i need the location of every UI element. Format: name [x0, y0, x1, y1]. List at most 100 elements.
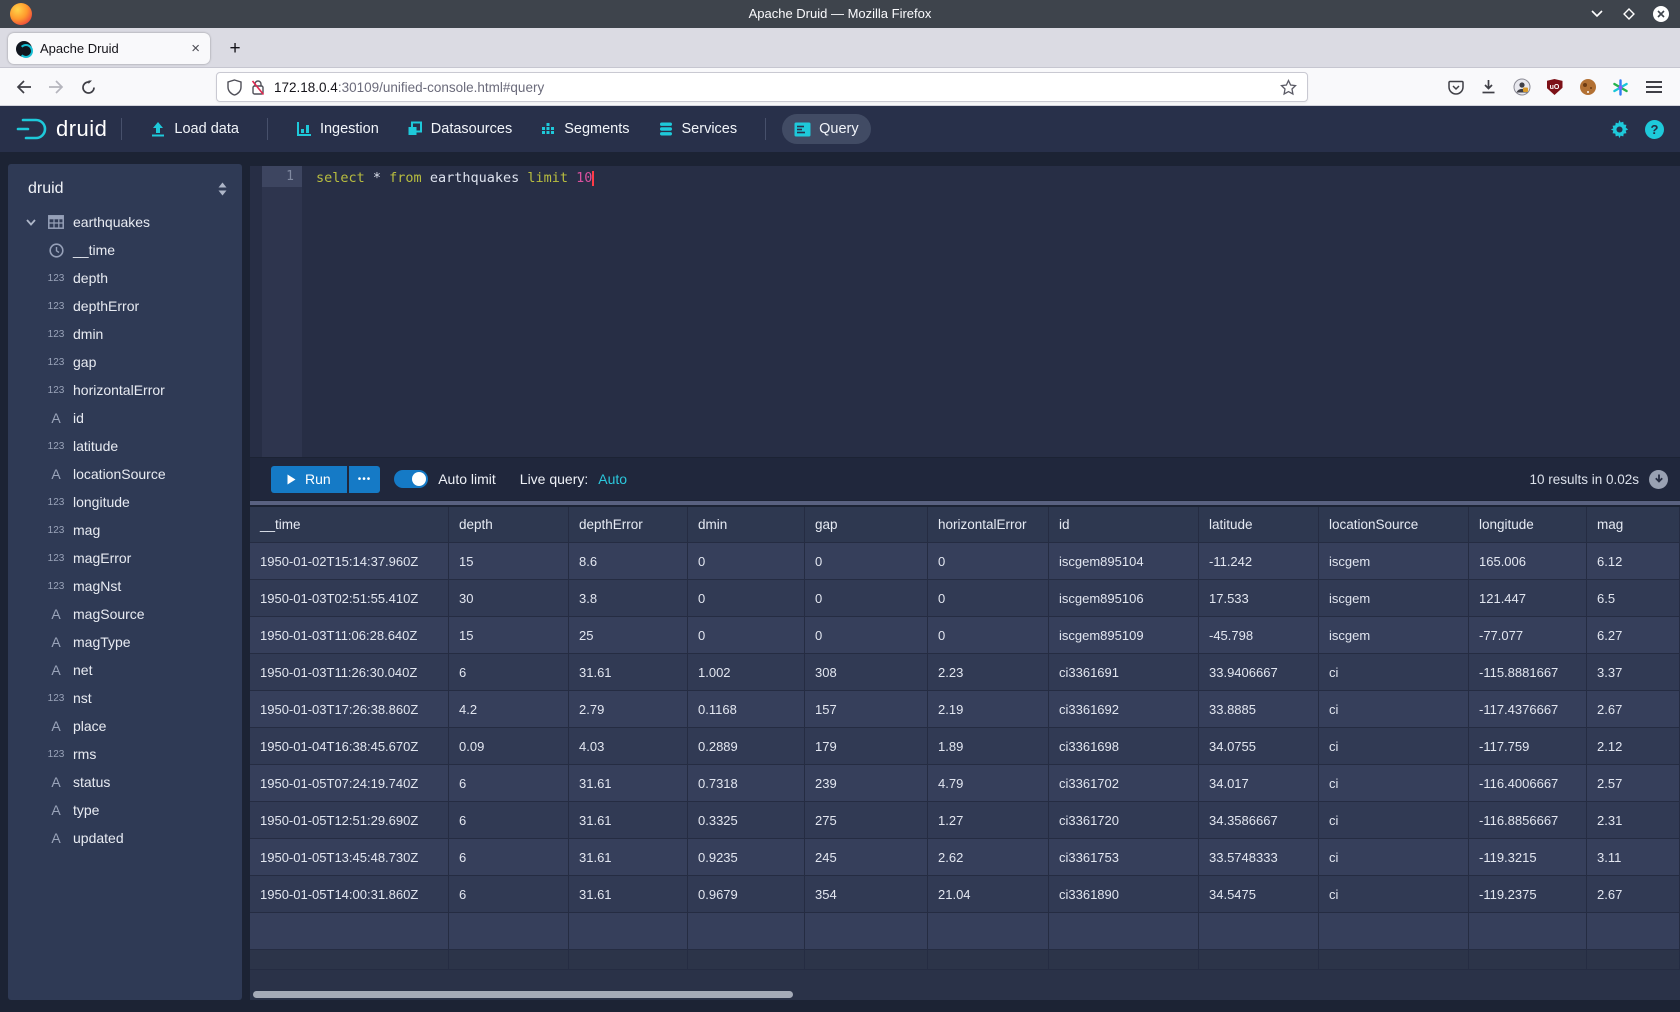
table-cell[interactable]: 1.27: [928, 802, 1049, 839]
column-updated[interactable]: Aupdated: [8, 824, 242, 852]
table-cell[interactable]: 2.12: [1587, 728, 1680, 765]
table-cell[interactable]: ci3361720: [1049, 802, 1199, 839]
column-locationSource[interactable]: AlocationSource: [8, 460, 242, 488]
table-cell[interactable]: 34.5475: [1199, 876, 1319, 913]
table-cell[interactable]: iscgem895104: [1049, 543, 1199, 580]
table-cell[interactable]: 17.533: [1199, 580, 1319, 617]
table-cell[interactable]: -11.242: [1199, 543, 1319, 580]
table-cell[interactable]: 2.62: [928, 839, 1049, 876]
column-header-horizontalError[interactable]: horizontalError: [928, 507, 1049, 543]
table-cell[interactable]: 4.79: [928, 765, 1049, 802]
column-type[interactable]: Atype: [8, 796, 242, 824]
datasource-earthquakes[interactable]: earthquakes: [8, 208, 242, 236]
table-cell[interactable]: ci3361691: [1049, 654, 1199, 691]
schema-selector[interactable]: druid: [28, 180, 64, 198]
column-header-mag[interactable]: mag: [1587, 507, 1680, 543]
table-cell[interactable]: 34.017: [1199, 765, 1319, 802]
table-cell[interactable]: 6.27: [1587, 617, 1680, 654]
nav-load-data[interactable]: Load data: [138, 114, 251, 144]
table-cell[interactable]: 0: [928, 617, 1049, 654]
table-cell[interactable]: 0: [688, 617, 805, 654]
column-status[interactable]: Astatus: [8, 768, 242, 796]
column-horizontalError[interactable]: 123horizontalError: [8, 376, 242, 404]
live-query-value[interactable]: Auto: [598, 471, 627, 487]
table-cell[interactable]: 6: [449, 839, 569, 876]
column-nst[interactable]: 123nst: [8, 684, 242, 712]
table-cell[interactable]: ci: [1319, 728, 1469, 765]
table-cell[interactable]: 31.61: [569, 839, 688, 876]
table-cell[interactable]: 0.9679: [688, 876, 805, 913]
table-cell[interactable]: 3.11: [1587, 839, 1680, 876]
forward-icon[interactable]: [40, 71, 72, 103]
table-cell[interactable]: 1950-01-03T02:51:55.410Z: [250, 580, 449, 617]
table-cell[interactable]: 1.89: [928, 728, 1049, 765]
table-cell[interactable]: ci: [1319, 839, 1469, 876]
table-cell[interactable]: 1950-01-03T17:26:38.860Z: [250, 691, 449, 728]
table-cell[interactable]: 6.12: [1587, 543, 1680, 580]
table-cell[interactable]: 0.1168: [688, 691, 805, 728]
shield-icon[interactable]: [227, 79, 242, 96]
table-cell[interactable]: 2.19: [928, 691, 1049, 728]
table-cell[interactable]: 31.61: [569, 654, 688, 691]
column-time[interactable]: __time: [8, 236, 242, 264]
reload-icon[interactable]: [72, 71, 104, 103]
bookmark-star-icon[interactable]: [1280, 79, 1297, 96]
table-cell[interactable]: -116.8856667: [1469, 802, 1587, 839]
column-header-dmin[interactable]: dmin: [688, 507, 805, 543]
table-cell[interactable]: 6: [449, 765, 569, 802]
table-cell[interactable]: 34.3586667: [1199, 802, 1319, 839]
table-cell[interactable]: 33.5748333: [1199, 839, 1319, 876]
druid-brand[interactable]: druid: [16, 116, 107, 142]
table-cell[interactable]: 21.04: [928, 876, 1049, 913]
download-results-icon[interactable]: [1649, 470, 1668, 489]
table-cell[interactable]: 0: [805, 543, 928, 580]
sort-columns-icon[interactable]: [217, 182, 228, 196]
table-cell[interactable]: -117.4376667: [1469, 691, 1587, 728]
table-cell[interactable]: 2.79: [569, 691, 688, 728]
menu-icon[interactable]: [1637, 71, 1670, 103]
table-cell[interactable]: ci3361753: [1049, 839, 1199, 876]
table-cell[interactable]: 15: [449, 617, 569, 654]
table-cell[interactable]: 1.002: [688, 654, 805, 691]
table-cell[interactable]: 0: [928, 580, 1049, 617]
column-mag[interactable]: 123mag: [8, 516, 242, 544]
table-cell[interactable]: 3.37: [1587, 654, 1680, 691]
table-cell[interactable]: 15: [449, 543, 569, 580]
table-cell[interactable]: ci: [1319, 765, 1469, 802]
url-bar[interactable]: 172.18.0.4:30109/unified-console.html#qu…: [216, 72, 1308, 102]
table-cell[interactable]: 31.61: [569, 876, 688, 913]
column-place[interactable]: Aplace: [8, 712, 242, 740]
back-icon[interactable]: [8, 71, 40, 103]
column-header-latitude[interactable]: latitude: [1199, 507, 1319, 543]
table-cell[interactable]: 179: [805, 728, 928, 765]
table-cell[interactable]: iscgem895109: [1049, 617, 1199, 654]
column-depth[interactable]: 123depth: [8, 264, 242, 292]
lock-insecure-icon[interactable]: [250, 79, 266, 96]
column-header-id[interactable]: id: [1049, 507, 1199, 543]
table-cell[interactable]: 0.2889: [688, 728, 805, 765]
table-cell[interactable]: 6: [449, 802, 569, 839]
table-cell[interactable]: iscgem: [1319, 543, 1469, 580]
new-tab-button[interactable]: +: [222, 36, 248, 62]
run-button[interactable]: Run: [271, 466, 347, 493]
table-cell[interactable]: 2.31: [1587, 802, 1680, 839]
table-cell[interactable]: 2.57: [1587, 765, 1680, 802]
column-magError[interactable]: 123magError: [8, 544, 242, 572]
table-cell[interactable]: 33.9406667: [1199, 654, 1319, 691]
query-text[interactable]: select * from earthquakes limit 10: [316, 170, 594, 186]
pocket-icon[interactable]: [1439, 71, 1472, 103]
nav-datasources[interactable]: Datasources: [395, 114, 524, 144]
column-dmin[interactable]: 123dmin: [8, 320, 242, 348]
table-cell[interactable]: 1950-01-05T12:51:29.690Z: [250, 802, 449, 839]
table-cell[interactable]: -117.759: [1469, 728, 1587, 765]
column-depthError[interactable]: 123depthError: [8, 292, 242, 320]
column-net[interactable]: Anet: [8, 656, 242, 684]
nav-services[interactable]: Services: [646, 114, 750, 144]
url-text[interactable]: 172.18.0.4:30109/unified-console.html#qu…: [274, 80, 1280, 95]
query-editor[interactable]: 1 select * from earthquakes limit 10: [250, 166, 1680, 457]
table-cell[interactable]: ci3361890: [1049, 876, 1199, 913]
table-cell[interactable]: iscgem: [1319, 617, 1469, 654]
close-icon[interactable]: [1652, 5, 1670, 23]
table-cell[interactable]: 0: [928, 543, 1049, 580]
table-cell[interactable]: 0: [805, 617, 928, 654]
